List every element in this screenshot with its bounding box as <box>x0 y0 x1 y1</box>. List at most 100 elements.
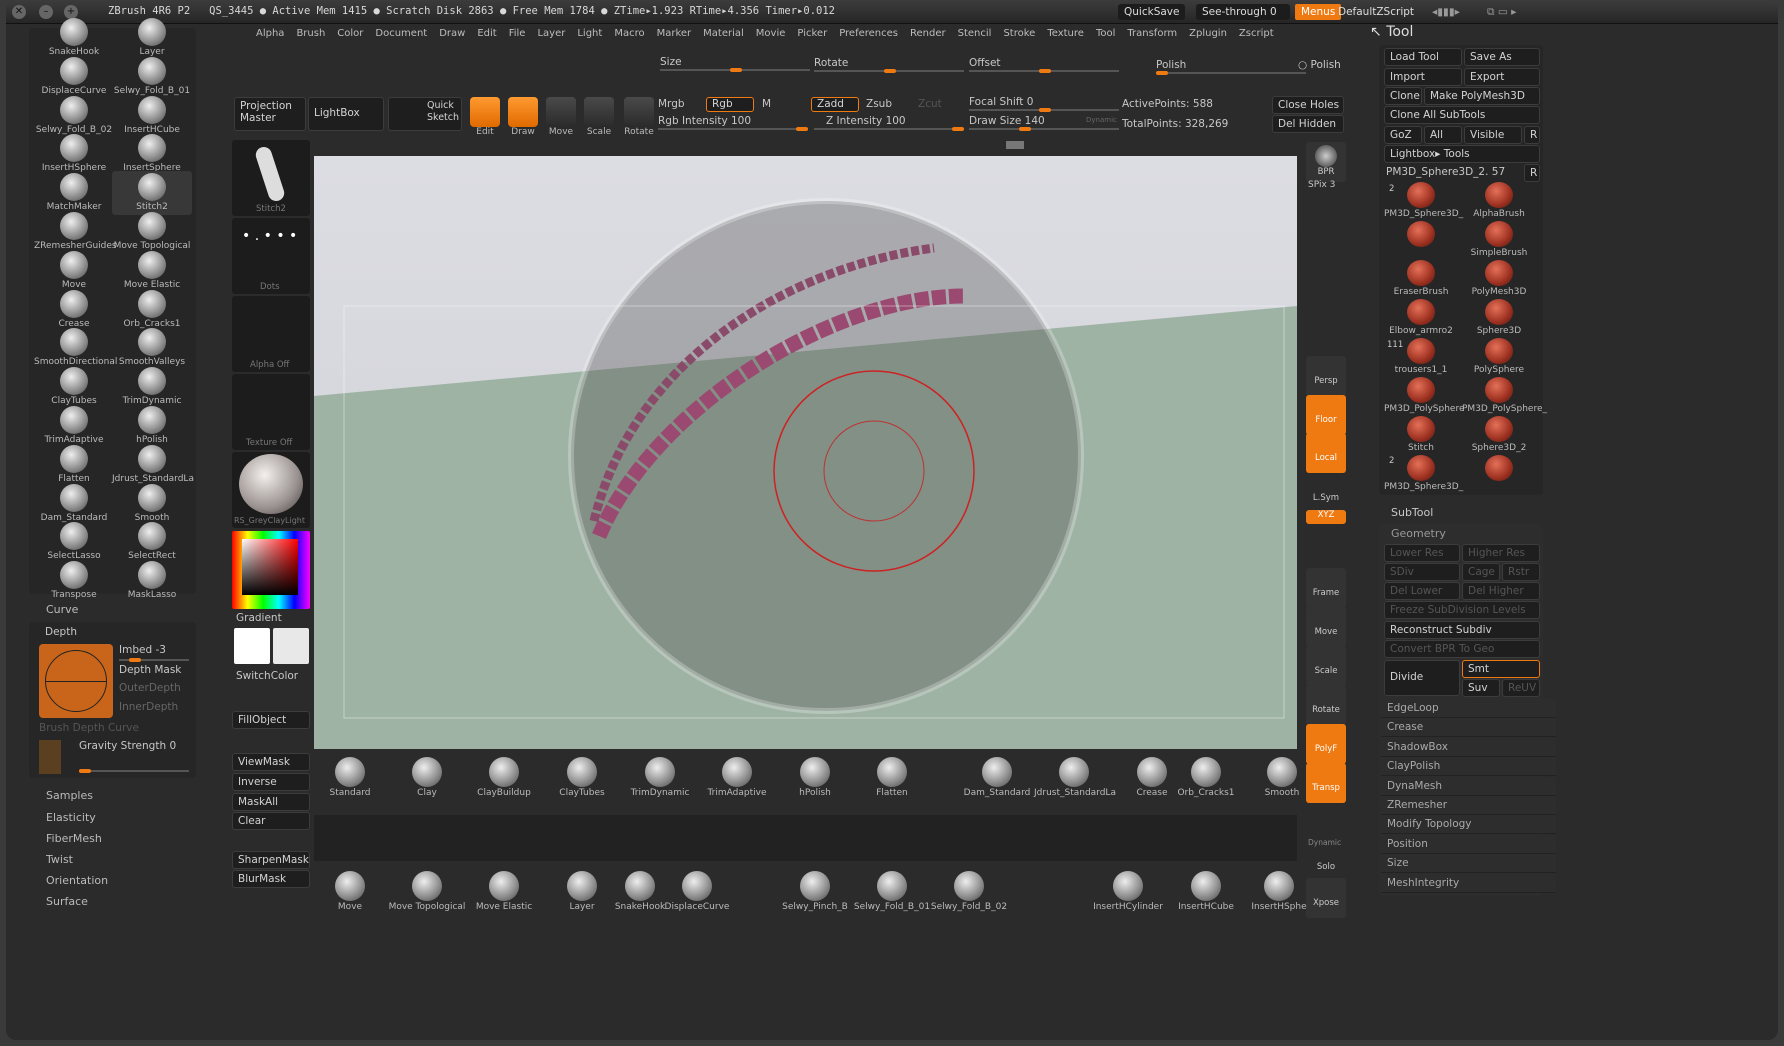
shelf-brush-selwy-fold-b-01[interactable]: Selwy_Fold_B_01 <box>852 871 932 917</box>
current-tool-r-button[interactable]: R <box>1524 164 1540 182</box>
lightbox-button[interactable]: LightBox <box>308 97 384 131</box>
brush-hpolish[interactable]: hPolish <box>112 404 192 448</box>
menu-zplugin[interactable]: Zplugin <box>1189 28 1227 39</box>
gravity-strength-slider[interactable]: Gravity Strength 0 <box>79 740 176 752</box>
load-tool-button[interactable]: Load Tool <box>1384 48 1462 66</box>
goz-all-button[interactable]: All <box>1424 126 1462 144</box>
mrgb-button[interactable]: Mrgb <box>658 98 685 110</box>
geometry-section[interactable]: Geometry <box>1391 527 1446 540</box>
imbed-slider[interactable]: Imbed -3 <box>119 644 166 656</box>
switch-color-button[interactable]: SwitchColor <box>236 670 298 682</box>
lightbox-tools-button[interactable]: Lightbox▸ Tools <box>1384 145 1540 163</box>
divide-button[interactable]: Divide <box>1384 660 1460 696</box>
current-tool-slider[interactable]: PM3D_Sphere3D_2. 57 <box>1386 166 1505 178</box>
zcut-button[interactable]: Zcut <box>918 98 942 110</box>
clear-mask-button[interactable]: Clear <box>232 812 310 830</box>
brush-jdrust-standardla[interactable]: Jdrust_StandardLa <box>112 443 194 487</box>
import-button[interactable]: Import <box>1384 68 1462 86</box>
gravity-slider-track[interactable] <box>79 769 189 773</box>
brush-smoothdirectional[interactable]: SmoothDirectional <box>34 326 117 370</box>
stroke-thumbnail[interactable]: Stitch2 <box>232 140 310 216</box>
section-size[interactable]: Size <box>1381 854 1556 874</box>
rgb-intensity-track[interactable] <box>658 127 808 131</box>
edit-mode-button[interactable]: Edit <box>465 97 505 137</box>
shelf-brush-jdrust-standardla[interactable]: Jdrust_StandardLa <box>1034 757 1116 803</box>
tool-item-sphere3d-2[interactable]: Sphere3D_2 <box>1462 416 1536 456</box>
m-button[interactable]: M <box>762 98 771 110</box>
persp-button[interactable]: Persp <box>1306 356 1346 396</box>
lower-res-button[interactable]: Lower Res <box>1384 544 1460 562</box>
menu-alpha[interactable]: Alpha <box>256 28 284 39</box>
elasticity-section[interactable]: Elasticity <box>46 811 96 824</box>
menu-stencil[interactable]: Stencil <box>958 28 992 39</box>
brush-selwy-fold-b-01[interactable]: Selwy_Fold_B_01 <box>112 55 192 99</box>
secondary-color-swatch[interactable] <box>273 628 309 664</box>
rgb-intensity-slider[interactable]: Rgb Intensity 100 <box>658 115 751 127</box>
layout-icons[interactable]: ⧉ ▭ ▸ <box>1481 4 1522 20</box>
shelf-brush-trimdynamic[interactable]: TrimDynamic <box>620 757 700 803</box>
blur-mask-button[interactable]: BlurMask <box>232 870 310 888</box>
menu-brush[interactable]: Brush <box>296 28 325 39</box>
menu-render[interactable]: Render <box>910 28 946 39</box>
clone-all-subtools-button[interactable]: Clone All SubTools <box>1384 106 1540 124</box>
depth-preview[interactable] <box>39 644 113 718</box>
convert-bpr-button[interactable]: Convert BPR To Geo <box>1384 640 1540 658</box>
shelf-brush-trimadaptive[interactable]: TrimAdaptive <box>697 757 777 803</box>
brush-selwy-fold-b-02[interactable]: Selwy_Fold_B_02 <box>34 94 114 138</box>
orientation-section[interactable]: Orientation <box>46 874 108 887</box>
projection-master-button[interactable]: Projection Master <box>234 97 306 131</box>
brush-depth-curve[interactable]: Brush Depth Curve <box>39 722 139 734</box>
tool-item-stitch[interactable]: Stitch <box>1384 416 1458 456</box>
smt-toggle[interactable]: Smt <box>1462 660 1540 678</box>
material-thumbnail[interactable]: RS_GreyClayLight <box>232 452 310 528</box>
offset-slider[interactable]: Offset <box>969 57 1001 69</box>
del-higher-button[interactable]: Del Higher <box>1462 582 1540 600</box>
reuv-toggle[interactable]: ReUV <box>1502 679 1540 697</box>
section-dynamesh[interactable]: DynaMesh <box>1381 776 1556 796</box>
layout-arrows-icon[interactable]: ◂▮▮▮▸ <box>1426 4 1466 20</box>
quick-sketch-button[interactable]: Quick Sketch <box>388 97 462 131</box>
tool-item-alphabrush[interactable]: AlphaBrush <box>1462 182 1536 222</box>
curve-section[interactable]: Curve <box>46 603 78 616</box>
tool-item-polymesh3d[interactable]: PolyMesh3D <box>1462 260 1536 300</box>
tool-item-empty[interactable] <box>1462 455 1536 495</box>
fibermesh-section[interactable]: FiberMesh <box>46 832 102 845</box>
shelf-brush-claybuildup[interactable]: ClayBuildup <box>464 757 544 803</box>
reconstruct-subdiv-button[interactable]: Reconstruct Subdiv <box>1384 621 1540 639</box>
higher-res-button[interactable]: Higher Res <box>1462 544 1540 562</box>
scale-mode-button[interactable]: Scale <box>579 97 619 137</box>
move-view-button[interactable]: Move <box>1306 607 1346 647</box>
rotate-mode-button[interactable]: Rotate <box>619 97 659 137</box>
cage-button[interactable]: Cage <box>1462 563 1500 581</box>
menu-material[interactable]: Material <box>703 28 744 39</box>
fill-object-button[interactable]: FillObject <box>232 711 310 729</box>
shelf-brush-standard[interactable]: Standard <box>310 757 390 803</box>
menu-zscript[interactable]: Zscript <box>1239 28 1274 39</box>
menu-preferences[interactable]: Preferences <box>839 28 898 39</box>
main-color-swatch[interactable] <box>234 628 270 664</box>
brush-smooth[interactable]: Smooth <box>112 482 192 526</box>
shelf-brush-selwy-fold-b-02[interactable]: Selwy_Fold_B_02 <box>929 871 1009 917</box>
menu-marker[interactable]: Marker <box>657 28 692 39</box>
tool-item-pm3d-polysphere-[interactable]: PM3D_PolySphere_ <box>1462 377 1547 417</box>
menu-draw[interactable]: Draw <box>439 28 465 39</box>
section-meshintegrity[interactable]: MeshIntegrity <box>1381 873 1556 893</box>
shelf-brush-displacecurve[interactable]: DisplaceCurve <box>657 871 737 917</box>
mask-all-button[interactable]: MaskAll <box>232 793 310 811</box>
suv-toggle[interactable]: Suv <box>1462 679 1500 697</box>
inverse-button[interactable]: Inverse <box>232 773 310 791</box>
section-shadowbox[interactable]: ShadowBox <box>1381 737 1556 757</box>
rgb-button[interactable]: Rgb <box>706 97 754 112</box>
menu-stroke[interactable]: Stroke <box>1003 28 1035 39</box>
frame-button[interactable]: Frame <box>1306 568 1346 608</box>
section-crease[interactable]: Crease <box>1381 718 1556 738</box>
samples-section[interactable]: Samples <box>46 789 93 802</box>
brush-masklasso[interactable]: MaskLasso <box>112 559 192 603</box>
brush-orb-cracks1[interactable]: Orb_Cracks1 <box>112 288 192 332</box>
subtool-section[interactable]: SubTool <box>1391 506 1433 519</box>
menu-color[interactable]: Color <box>337 28 363 39</box>
shelf-brush-hpolish[interactable]: hPolish <box>775 757 855 803</box>
brush-claytubes[interactable]: ClayTubes <box>34 365 114 409</box>
viewport-scroll-handle[interactable] <box>1006 141 1024 149</box>
shelf-brush-flatten[interactable]: Flatten <box>852 757 932 803</box>
